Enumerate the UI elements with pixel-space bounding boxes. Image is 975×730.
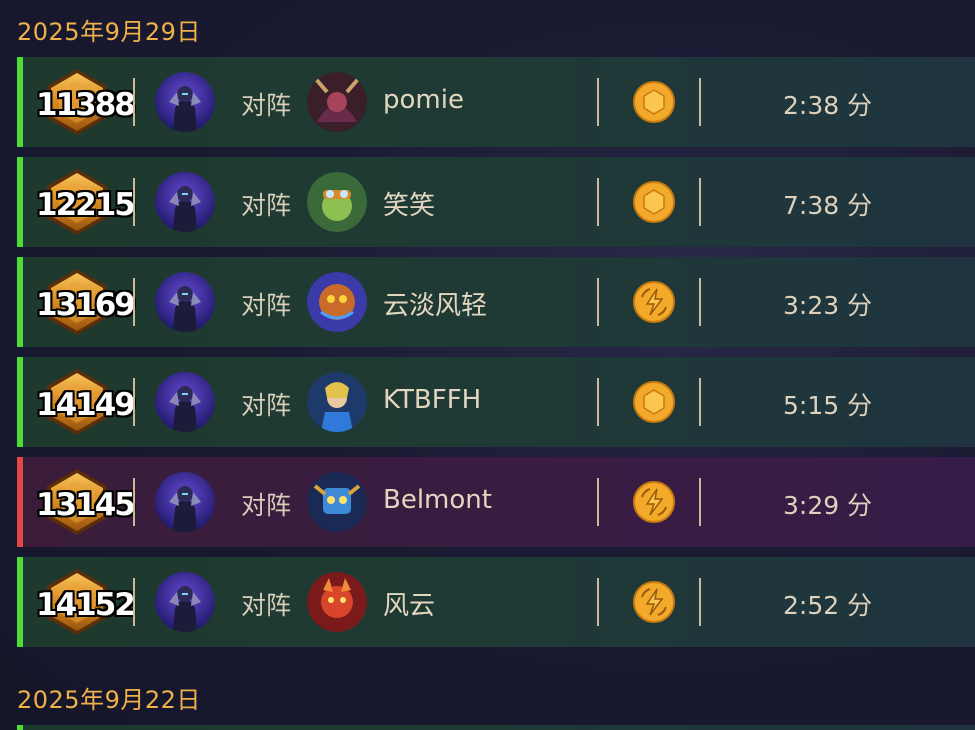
divider <box>133 278 135 326</box>
vs-label: 对阵 <box>241 491 292 520</box>
divider <box>597 78 599 126</box>
divider <box>699 378 701 426</box>
player-avatar <box>155 72 215 132</box>
coin-icon <box>633 181 675 223</box>
lightning-icon <box>633 481 675 523</box>
match-row[interactable]: 13169 对阵 云淡风轻 3:23 分 <box>17 257 975 347</box>
divider <box>699 178 701 226</box>
match-row[interactable]: 14152 对阵 风云 2:52 分 <box>17 557 975 647</box>
opponent-name[interactable]: 云淡风轻 <box>383 285 487 322</box>
match-row[interactable]: 14149 对阵 KTBFFH 5:15 分 <box>17 357 975 447</box>
player-avatar <box>155 472 215 532</box>
opponent-name[interactable]: pomie <box>383 85 464 115</box>
rank-number: 11388 <box>36 87 136 123</box>
rank-number: 13145 <box>36 487 136 523</box>
vs-label: 对阵 <box>241 291 292 320</box>
rank-badge: 11388 <box>33 67 136 137</box>
divider <box>133 178 135 226</box>
rank-badge: 12215 <box>33 167 136 237</box>
rank-number: 14152 <box>36 587 136 623</box>
divider <box>597 578 599 626</box>
rank-number: 13169 <box>36 287 136 323</box>
coin-icon <box>633 381 675 423</box>
divider <box>597 478 599 526</box>
match-row[interactable]: 12215 对阵 笑笑 7:38 分 <box>17 157 975 247</box>
opponent-avatar <box>307 272 367 332</box>
divider <box>699 578 701 626</box>
vs-label: 对阵 <box>241 591 292 620</box>
date-heading: 2025年9月22日 <box>17 686 201 714</box>
opponent-name[interactable]: Belmont <box>383 485 492 515</box>
demon-hunter-portrait-icon <box>307 72 367 132</box>
match-duration: 7:38 分 <box>783 191 873 220</box>
opponent-avatar <box>307 572 367 632</box>
opponent-avatar <box>307 172 367 232</box>
rank-number: 12215 <box>36 187 136 223</box>
opponent-name[interactable]: 风云 <box>383 585 435 622</box>
divider <box>133 578 135 626</box>
opponent-avatar <box>307 472 367 532</box>
opponent-name[interactable]: 笑笑 <box>383 185 435 222</box>
player-avatar <box>155 272 215 332</box>
lightning-icon <box>633 581 675 623</box>
match-duration: 3:29 分 <box>783 491 873 520</box>
player-avatar <box>155 372 215 432</box>
match-duration: 5:15 分 <box>783 391 873 420</box>
match-duration: 3:23 分 <box>783 291 873 320</box>
date-heading: 2025年9月29日 <box>17 18 201 46</box>
vs-label: 对阵 <box>241 91 292 120</box>
divider <box>133 78 135 126</box>
divider <box>133 478 135 526</box>
rank-badge: 14152 <box>33 567 136 637</box>
player-avatar <box>155 172 215 232</box>
divider <box>699 478 701 526</box>
rank-badge: 13145 <box>33 467 136 537</box>
rank-number: 14149 <box>36 387 136 423</box>
divider <box>699 78 701 126</box>
coin-icon <box>633 81 675 123</box>
divider <box>699 278 701 326</box>
paladin-portrait-icon <box>307 372 367 432</box>
rank-badge: 13169 <box>33 267 136 337</box>
vs-label: 对阵 <box>241 391 292 420</box>
opponent-avatar <box>307 72 367 132</box>
divider <box>597 378 599 426</box>
opponent-avatar <box>307 372 367 432</box>
match-duration: 2:52 分 <box>783 591 873 620</box>
rank-badge: 14149 <box>33 367 136 437</box>
match-row[interactable]: 11388 对阵 pomie 2:38 分 <box>17 57 975 147</box>
divider <box>597 178 599 226</box>
vs-label: 对阵 <box>241 191 292 220</box>
robot-portrait-icon <box>307 472 367 532</box>
goblin-engineer-portrait-icon <box>307 172 367 232</box>
divider <box>597 278 599 326</box>
match-row[interactable] <box>17 725 975 730</box>
player-avatar <box>155 572 215 632</box>
nerubian-portrait-icon <box>307 272 367 332</box>
match-row[interactable]: 13145 对阵 Belmont 3:29 分 <box>17 457 975 547</box>
fire-demon-portrait-icon <box>307 572 367 632</box>
divider <box>133 378 135 426</box>
match-duration: 2:38 分 <box>783 91 873 120</box>
lightning-icon <box>633 281 675 323</box>
opponent-name[interactable]: KTBFFH <box>383 385 481 415</box>
